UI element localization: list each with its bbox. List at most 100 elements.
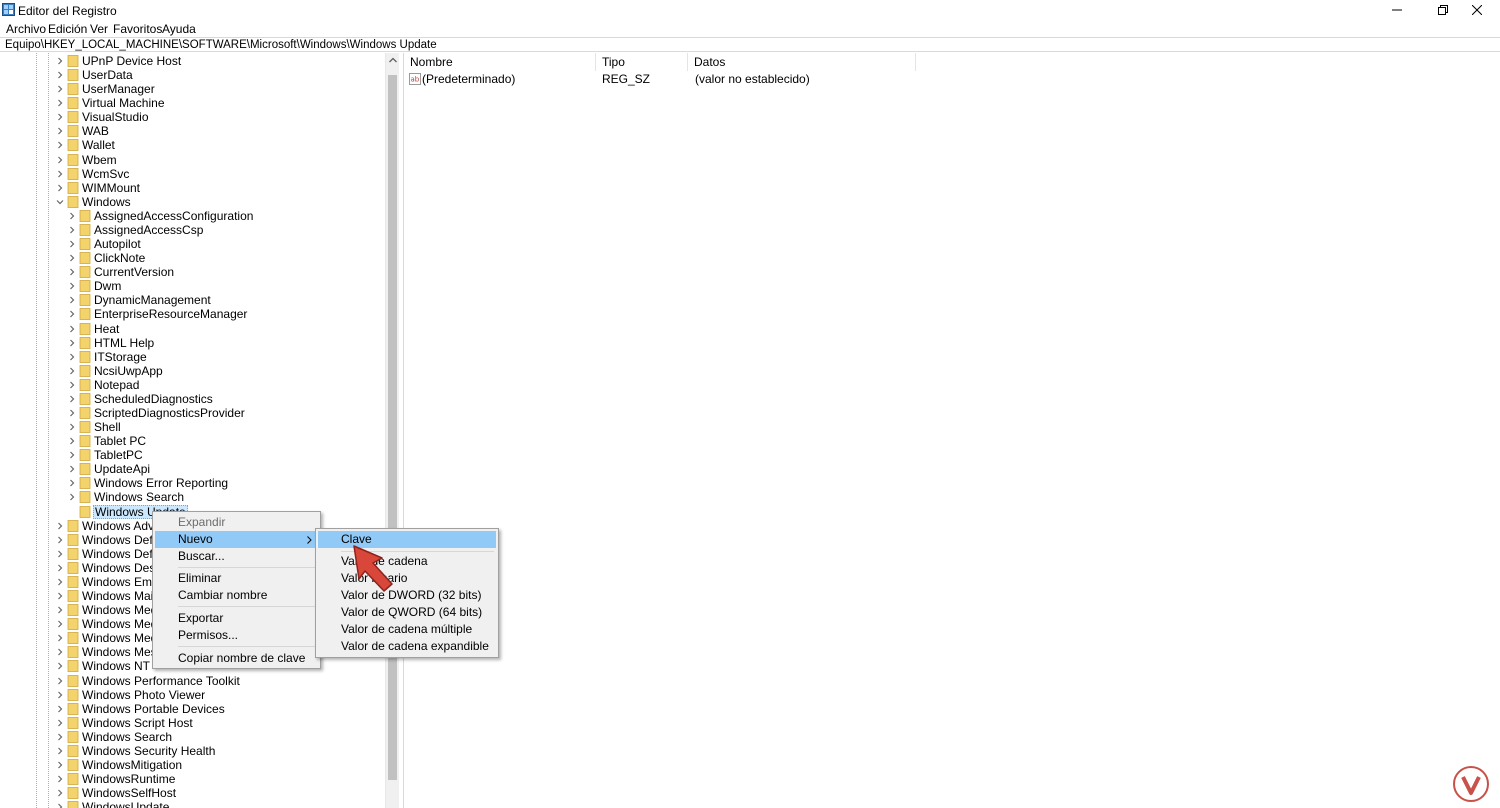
chevron-right-icon[interactable] bbox=[67, 379, 77, 391]
chevron-right-icon[interactable] bbox=[55, 125, 65, 137]
chevron-right-icon[interactable] bbox=[67, 308, 77, 320]
chevron-right-icon[interactable] bbox=[55, 717, 65, 729]
tree-item[interactable]: Shell bbox=[67, 420, 397, 434]
chevron-right-icon[interactable] bbox=[67, 421, 77, 433]
chevron-right-icon[interactable] bbox=[67, 337, 77, 349]
chevron-right-icon[interactable] bbox=[55, 773, 65, 785]
chevron-right-icon[interactable] bbox=[67, 477, 77, 489]
tree-item[interactable]: Tablet PC bbox=[67, 434, 397, 448]
tree-item[interactable]: WindowsSelfHost bbox=[55, 786, 385, 800]
chevron-right-icon[interactable] bbox=[55, 182, 65, 194]
chevron-right-icon[interactable] bbox=[55, 675, 65, 687]
chevron-right-icon[interactable] bbox=[67, 393, 77, 405]
tree-item[interactable]: DynamicManagement bbox=[67, 293, 397, 307]
chevron-right-icon[interactable] bbox=[55, 689, 65, 701]
chevron-right-icon[interactable] bbox=[67, 435, 77, 447]
tree-item[interactable]: Windows Search bbox=[55, 730, 385, 744]
chevron-right-icon[interactable] bbox=[67, 449, 77, 461]
tree-item[interactable]: WindowsUpdate bbox=[55, 800, 385, 808]
tree-item[interactable]: Windows Security Health bbox=[55, 744, 385, 758]
menu-item-valor-binario[interactable]: Valor binario bbox=[318, 570, 496, 587]
chevron-right-icon[interactable] bbox=[67, 280, 77, 292]
tree-item[interactable]: Windows Error Reporting bbox=[67, 476, 397, 490]
menu-item-copiar-nombre[interactable]: Copiar nombre de clave bbox=[155, 650, 318, 667]
menu-item-valor-cadena[interactable]: Valor de cadena bbox=[318, 553, 496, 570]
chevron-right-icon[interactable] bbox=[55, 69, 65, 81]
tree-item[interactable]: ITStorage bbox=[67, 350, 397, 364]
tree-item[interactable]: NcsiUwpApp bbox=[67, 364, 397, 378]
tree-item[interactable]: Virtual Machine bbox=[55, 96, 385, 110]
chevron-right-icon[interactable] bbox=[67, 294, 77, 306]
chevron-right-icon[interactable] bbox=[55, 83, 65, 95]
menu-item-valor-expandible[interactable]: Valor de cadena expandible bbox=[318, 638, 496, 655]
tree-item[interactable]: WindowsMitigation bbox=[55, 758, 385, 772]
chevron-right-icon[interactable] bbox=[55, 759, 65, 771]
chevron-right-icon[interactable] bbox=[55, 111, 65, 123]
chevron-right-icon[interactable] bbox=[55, 154, 65, 166]
tree-item[interactable]: Heat bbox=[67, 322, 397, 336]
chevron-right-icon[interactable] bbox=[55, 632, 65, 644]
close-button[interactable] bbox=[1454, 0, 1500, 20]
tree-item[interactable]: CurrentVersion bbox=[67, 265, 397, 279]
menu-edicion[interactable]: Edición bbox=[48, 22, 87, 36]
chevron-right-icon[interactable] bbox=[55, 660, 65, 672]
menu-item-nuevo[interactable]: Nuevo bbox=[155, 531, 318, 548]
chevron-right-icon[interactable] bbox=[67, 266, 77, 278]
chevron-right-icon[interactable] bbox=[67, 252, 77, 264]
address-bar[interactable]: Equipo\HKEY_LOCAL_MACHINE\SOFTWARE\Micro… bbox=[0, 37, 1500, 52]
menu-item-buscar[interactable]: Buscar... bbox=[155, 548, 318, 565]
chevron-right-icon[interactable] bbox=[67, 224, 77, 236]
column-header-datos[interactable]: Datos bbox=[688, 53, 916, 71]
tree-item[interactable]: AssignedAccessConfiguration bbox=[67, 209, 397, 223]
tree-item[interactable]: WindowsRuntime bbox=[55, 772, 385, 786]
tree-item[interactable]: Windows Performance Toolkit bbox=[55, 674, 385, 688]
chevron-right-icon[interactable] bbox=[55, 548, 65, 560]
tree-item[interactable]: Dwm bbox=[67, 279, 397, 293]
chevron-right-icon[interactable] bbox=[67, 210, 77, 222]
chevron-right-icon[interactable] bbox=[55, 646, 65, 658]
tree-item[interactable]: ClickNote bbox=[67, 251, 397, 265]
tree-item[interactable]: UserManager bbox=[55, 82, 385, 96]
chevron-right-icon[interactable] bbox=[67, 351, 77, 363]
menu-item-valor-multiple[interactable]: Valor de cadena múltiple bbox=[318, 621, 496, 638]
chevron-right-icon[interactable] bbox=[55, 801, 65, 808]
menu-item-exportar[interactable]: Exportar bbox=[155, 610, 318, 627]
tree-item[interactable]: Wbem bbox=[55, 153, 385, 167]
tree-item[interactable]: Autopilot bbox=[67, 237, 397, 251]
chevron-right-icon[interactable] bbox=[67, 407, 77, 419]
column-header-tipo[interactable]: Tipo bbox=[596, 53, 688, 71]
chevron-right-icon[interactable] bbox=[55, 534, 65, 546]
chevron-right-icon[interactable] bbox=[55, 731, 65, 743]
chevron-right-icon[interactable] bbox=[55, 745, 65, 757]
tree-item[interactable]: Windows Photo Viewer bbox=[55, 688, 385, 702]
minimize-button[interactable] bbox=[1374, 0, 1420, 20]
tree-item[interactable]: UpdateApi bbox=[67, 462, 397, 476]
tree-item[interactable]: Notepad bbox=[67, 378, 397, 392]
tree-item[interactable]: Windows Search bbox=[67, 490, 397, 504]
chevron-right-icon[interactable] bbox=[55, 576, 65, 588]
tree-item[interactable]: EnterpriseResourceManager bbox=[67, 307, 397, 321]
menu-item-permisos[interactable]: Permisos... bbox=[155, 627, 318, 644]
chevron-right-icon[interactable] bbox=[55, 787, 65, 799]
chevron-right-icon[interactable] bbox=[67, 238, 77, 250]
tree-scrollbar[interactable] bbox=[385, 53, 399, 808]
values-list-pane[interactable]: Nombre Tipo Datos ab (Predeterminado) RE… bbox=[403, 53, 1500, 808]
chevron-right-icon[interactable] bbox=[55, 604, 65, 616]
menu-ayuda[interactable]: Ayuda bbox=[162, 22, 196, 36]
tree-item[interactable]: AssignedAccessCsp bbox=[67, 223, 397, 237]
chevron-right-icon[interactable] bbox=[55, 520, 65, 532]
menu-favoritos[interactable]: Favoritos bbox=[113, 22, 162, 36]
chevron-right-icon[interactable] bbox=[55, 562, 65, 574]
menu-item-eliminar[interactable]: Eliminar bbox=[155, 570, 318, 587]
tree-item[interactable]: Windows Portable Devices bbox=[55, 702, 385, 716]
chevron-right-icon[interactable] bbox=[55, 618, 65, 630]
chevron-right-icon[interactable] bbox=[55, 590, 65, 602]
chevron-right-icon[interactable] bbox=[55, 97, 65, 109]
chevron-right-icon[interactable] bbox=[55, 139, 65, 151]
menu-item-valor-qword[interactable]: Valor de QWORD (64 bits) bbox=[318, 604, 496, 621]
menu-item-valor-dword[interactable]: Valor de DWORD (32 bits) bbox=[318, 587, 496, 604]
scrollbar-thumb[interactable] bbox=[388, 75, 397, 780]
scroll-up-icon[interactable] bbox=[389, 57, 397, 63]
list-item[interactable]: ab (Predeterminado) REG_SZ (valor no est… bbox=[404, 71, 924, 87]
tree-item[interactable]: ScriptedDiagnosticsProvider bbox=[67, 406, 397, 420]
